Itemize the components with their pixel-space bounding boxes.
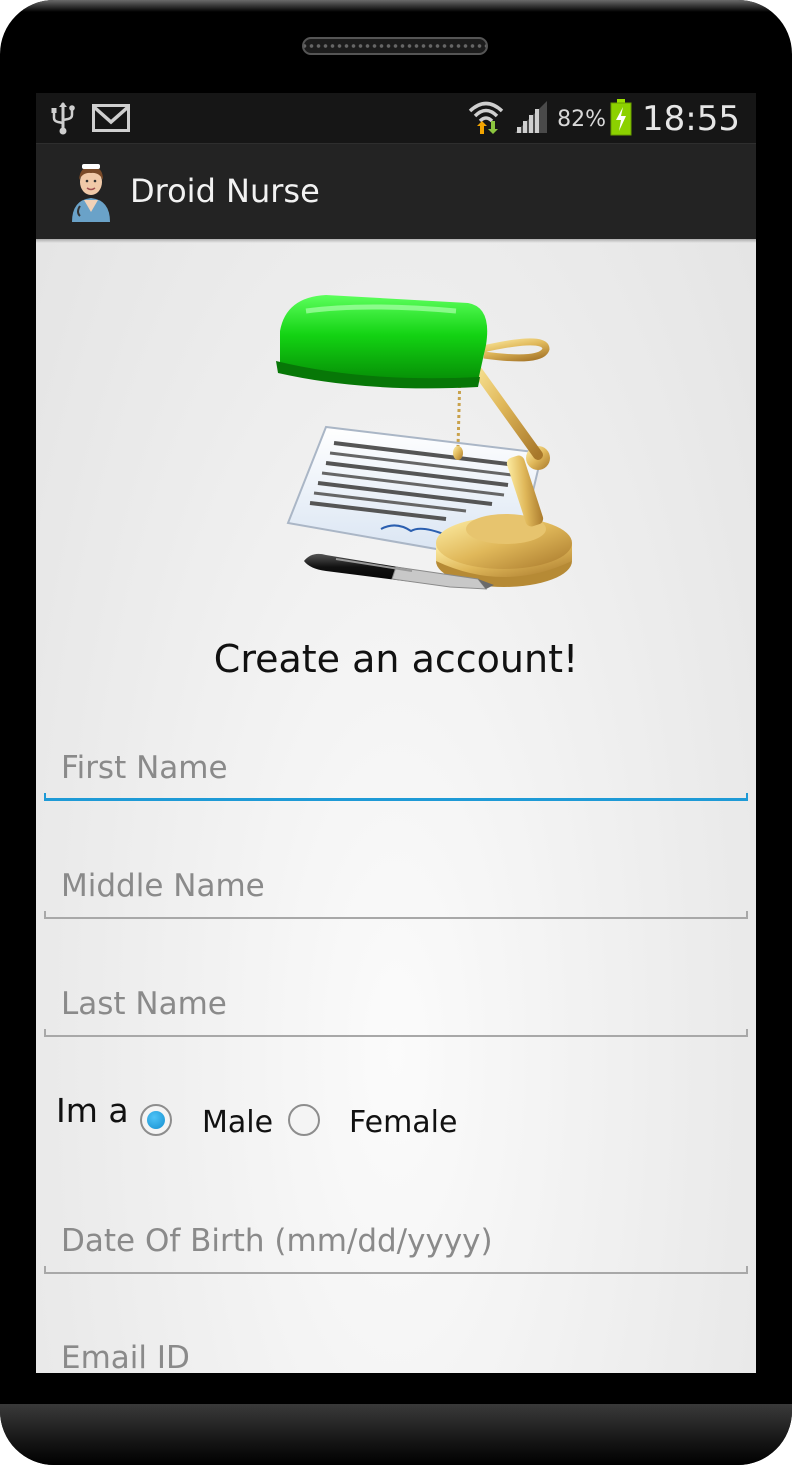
first-name-underline <box>44 798 748 801</box>
screen: 82% 18:55 Droid Nurse Create an account!… <box>36 93 756 1373</box>
earpiece-speaker <box>302 37 488 55</box>
underline-tick-right <box>746 1029 748 1037</box>
gender-label: Im a <box>56 1091 129 1130</box>
phone-top-edge <box>0 0 792 12</box>
status-bar: 82% 18:55 <box>36 93 756 143</box>
email-input[interactable] <box>44 1331 748 1373</box>
battery-percent: 82% <box>557 106 607 132</box>
last-name-underline <box>44 1035 748 1037</box>
middle-name-field <box>44 859 748 919</box>
last-name-input[interactable] <box>44 977 748 1031</box>
underline-tick-left <box>44 1029 46 1037</box>
underline-tick-right <box>746 793 748 801</box>
app-title: Droid Nurse <box>130 172 320 210</box>
last-name-field <box>44 977 748 1037</box>
underline-tick-left <box>44 911 46 919</box>
underline-tick-right <box>746 1266 748 1274</box>
underline-tick-left <box>44 793 46 801</box>
middle-name-input[interactable] <box>44 859 748 913</box>
gmail-icon <box>92 104 130 136</box>
battery-charging-icon <box>610 98 632 140</box>
female-label[interactable]: Female <box>349 1105 457 1140</box>
usb-icon <box>50 101 76 139</box>
clock: 18:55 <box>642 99 740 139</box>
phone-bottom-bezel <box>0 1404 792 1465</box>
email-field <box>44 1331 748 1373</box>
account-illustration <box>216 293 576 617</box>
female-radio[interactable] <box>288 1104 320 1136</box>
create-account-heading: Create an account! <box>213 637 579 681</box>
phone-frame: 82% 18:55 Droid Nurse Create an account!… <box>0 0 792 1465</box>
first-name-field <box>44 741 748 801</box>
underline-tick-right <box>746 911 748 919</box>
middle-name-underline <box>44 917 748 919</box>
gender-radio-group: Im a Male Female <box>36 1091 756 1161</box>
wifi-icon <box>467 98 505 140</box>
date-of-birth-input[interactable] <box>44 1214 748 1268</box>
date-of-birth-field <box>44 1214 748 1274</box>
male-label[interactable]: Male <box>202 1105 273 1140</box>
action-bar-shadow <box>36 239 756 243</box>
first-name-input[interactable] <box>44 741 748 795</box>
date-of-birth-underline <box>44 1272 748 1274</box>
underline-tick-left <box>44 1266 46 1274</box>
nurse-avatar-icon[interactable] <box>66 160 116 226</box>
action-bar: Droid Nurse <box>36 143 756 239</box>
signal-icon <box>513 99 549 139</box>
radio-selected-dot <box>147 1111 165 1129</box>
male-radio[interactable] <box>140 1104 172 1136</box>
